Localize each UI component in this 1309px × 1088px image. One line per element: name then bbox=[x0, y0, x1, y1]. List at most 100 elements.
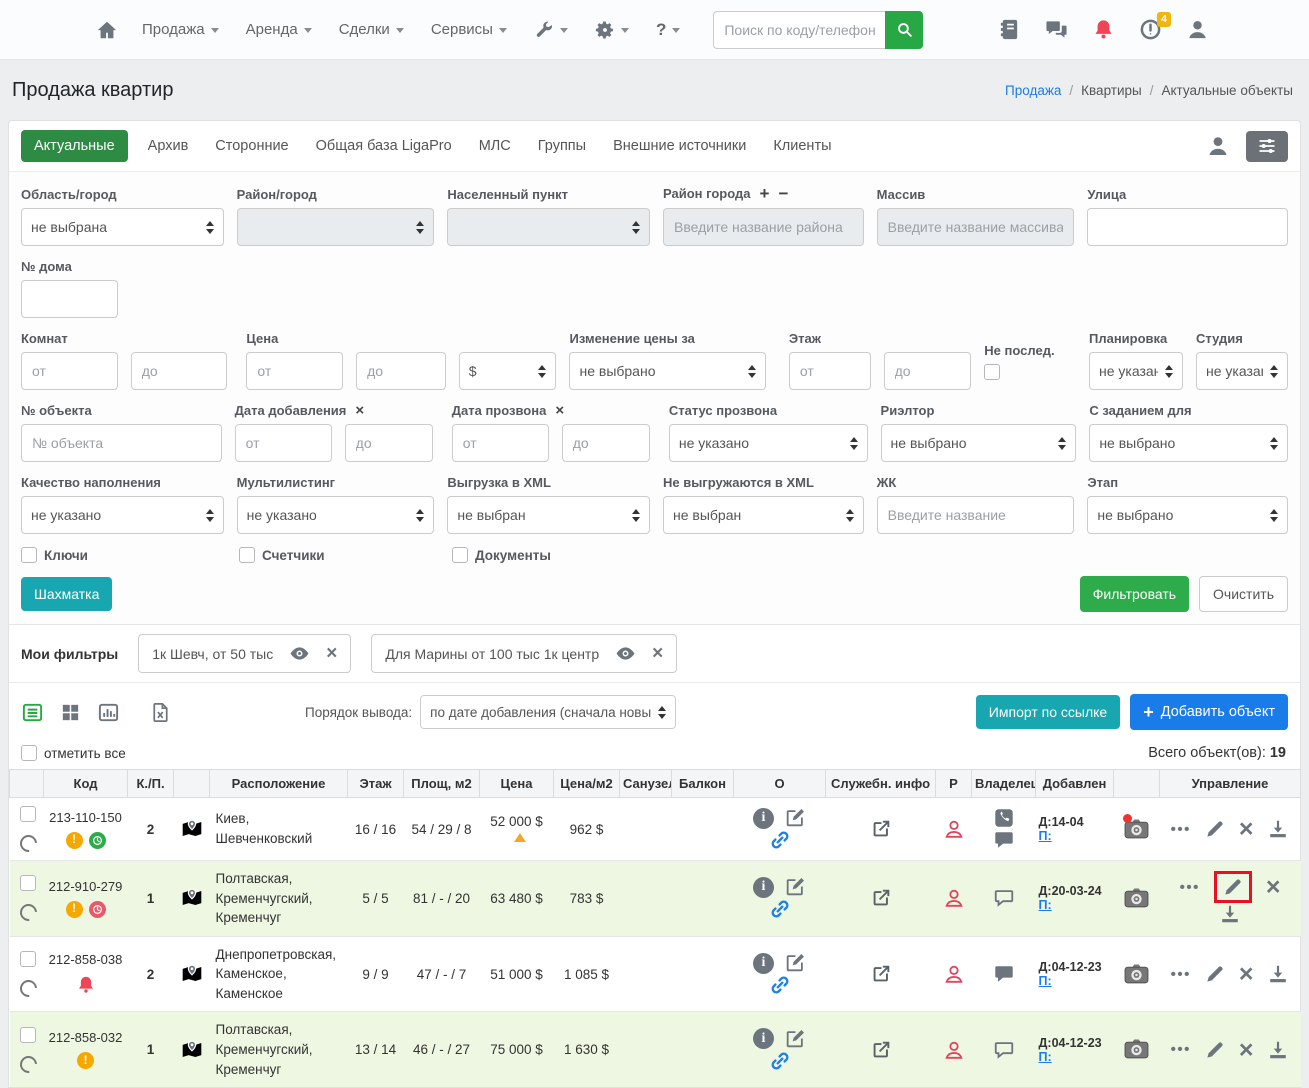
remove-filter-icon[interactable]: × bbox=[652, 644, 663, 663]
delete-icon[interactable]: × bbox=[1239, 817, 1254, 842]
rooms-to-input[interactable] bbox=[130, 352, 228, 390]
row-checkbox[interactable] bbox=[19, 875, 36, 892]
row-checkbox[interactable] bbox=[19, 1026, 36, 1043]
link-icon[interactable] bbox=[769, 898, 791, 920]
chart-view-icon[interactable] bbox=[97, 701, 120, 724]
remove-filter-icon[interactable]: × bbox=[326, 644, 337, 663]
link-icon[interactable] bbox=[769, 974, 791, 996]
layout-select[interactable]: не указана bbox=[1089, 352, 1183, 390]
add-object-button[interactable]: + Добавить объект bbox=[1130, 694, 1288, 730]
studio-select[interactable]: не указано bbox=[1196, 352, 1288, 390]
import-by-link-button[interactable]: Импорт по ссылке bbox=[975, 695, 1121, 729]
tab-ligapro-base[interactable]: Общая база LigaPro bbox=[316, 138, 452, 154]
help-menu[interactable]: ? bbox=[656, 20, 681, 40]
documents-checkbox-field[interactable]: Документы bbox=[452, 547, 657, 563]
price-change-select[interactable]: не выбрано bbox=[569, 352, 766, 390]
info-icon[interactable]: i bbox=[753, 1028, 774, 1050]
edit-pencil-icon[interactable] bbox=[1213, 871, 1252, 904]
meters-checkbox-field[interactable]: Счетчики bbox=[239, 547, 439, 563]
tab-clients[interactable]: Клиенты bbox=[773, 138, 831, 154]
settings-menu[interactable] bbox=[595, 20, 629, 40]
view-filter-icon[interactable] bbox=[615, 643, 636, 664]
nav-menu-rent[interactable]: Аренда bbox=[246, 21, 312, 38]
house-number-input[interactable] bbox=[21, 280, 118, 318]
contacts-book-icon[interactable] bbox=[998, 18, 1021, 41]
delete-icon[interactable]: × bbox=[1266, 875, 1281, 900]
info-icon[interactable]: i bbox=[753, 807, 774, 829]
remove-district-icon[interactable]: − bbox=[778, 185, 788, 202]
link-icon[interactable] bbox=[769, 1050, 791, 1072]
not-last-floor-checkbox[interactable] bbox=[984, 364, 1001, 380]
delete-icon[interactable]: × bbox=[1239, 962, 1254, 987]
select-all-field[interactable]: отметить все bbox=[21, 745, 126, 761]
tab-archive[interactable]: Архив bbox=[148, 138, 189, 154]
edit-note-icon[interactable] bbox=[784, 1028, 806, 1050]
row-checkbox[interactable] bbox=[19, 806, 36, 822]
select-all-checkbox[interactable] bbox=[21, 745, 37, 761]
chessboard-button[interactable]: Шахматка bbox=[21, 577, 113, 611]
stage-select[interactable]: не выбрано bbox=[1087, 496, 1288, 534]
saved-filter-chip[interactable]: Для Марины от 100 тыс 1к центр × bbox=[371, 634, 678, 673]
download-icon[interactable] bbox=[1267, 1039, 1289, 1061]
no-xml-export-select[interactable]: не выбран bbox=[662, 496, 864, 534]
camera-icon[interactable] bbox=[1123, 885, 1150, 912]
price-to-input[interactable] bbox=[356, 352, 446, 390]
more-actions-icon[interactable]: ••• bbox=[1171, 1041, 1191, 1058]
external-link-icon[interactable] bbox=[870, 887, 892, 909]
added-p-link[interactable]: П: bbox=[1039, 829, 1052, 843]
edit-note-icon[interactable] bbox=[784, 807, 806, 829]
edit-pencil-icon[interactable] bbox=[1205, 1040, 1225, 1060]
external-link-icon[interactable] bbox=[870, 818, 892, 840]
map-icon[interactable] bbox=[181, 1039, 203, 1061]
info-icon[interactable]: i bbox=[753, 952, 774, 974]
breadcrumb-link-sales[interactable]: Продажа bbox=[1005, 83, 1061, 98]
delete-icon[interactable]: × bbox=[1239, 1037, 1254, 1062]
currency-select[interactable]: $ bbox=[458, 352, 557, 390]
download-icon[interactable] bbox=[1267, 818, 1289, 840]
grid-view-icon[interactable] bbox=[59, 701, 82, 724]
tools-menu[interactable] bbox=[534, 20, 568, 40]
realtor-select[interactable]: не выбрано bbox=[880, 424, 1077, 462]
map-icon[interactable] bbox=[181, 887, 203, 909]
owner-person-icon[interactable] bbox=[943, 1039, 965, 1061]
street-input[interactable] bbox=[1087, 208, 1288, 246]
notifications-bell-icon[interactable] bbox=[1092, 18, 1115, 41]
camera-icon[interactable] bbox=[1123, 813, 1150, 843]
map-icon[interactable] bbox=[181, 818, 203, 840]
date-added-from-input[interactable] bbox=[234, 424, 332, 462]
floor-from-input[interactable] bbox=[788, 352, 871, 390]
view-filter-icon[interactable] bbox=[289, 643, 310, 664]
list-view-icon[interactable] bbox=[21, 701, 44, 724]
meters-checkbox[interactable] bbox=[239, 547, 255, 563]
add-district-icon[interactable]: + bbox=[760, 185, 770, 202]
link-icon[interactable] bbox=[769, 829, 791, 851]
messages-icon[interactable] bbox=[1045, 18, 1068, 41]
filter-settings-button[interactable] bbox=[1246, 130, 1288, 162]
download-icon[interactable] bbox=[1219, 903, 1241, 925]
owner-person-icon[interactable] bbox=[943, 818, 965, 840]
filter-button[interactable]: Фильтровать bbox=[1079, 576, 1190, 612]
home-icon[interactable] bbox=[96, 19, 118, 41]
tab-mls[interactable]: МЛС bbox=[479, 138, 511, 154]
quality-select[interactable]: не указано bbox=[21, 496, 224, 534]
call-date-from-input[interactable] bbox=[451, 424, 549, 462]
district-city-select[interactable] bbox=[236, 208, 435, 246]
nav-menu-sales[interactable]: Продажа bbox=[142, 21, 219, 38]
order-select[interactable]: по дате добавления (сначала новые) bbox=[420, 695, 677, 729]
tab-actual[interactable]: Актуальные bbox=[21, 130, 128, 162]
tab-groups[interactable]: Группы bbox=[538, 138, 586, 154]
more-actions-icon[interactable]: ••• bbox=[1171, 821, 1191, 838]
more-actions-icon[interactable]: ••• bbox=[1171, 966, 1191, 983]
call-date-to-input[interactable] bbox=[561, 424, 650, 462]
added-p-link[interactable]: П: bbox=[1039, 898, 1052, 912]
price-from-input[interactable] bbox=[246, 352, 344, 390]
search-input[interactable] bbox=[713, 10, 886, 49]
nav-menu-services[interactable]: Сервисы bbox=[431, 21, 507, 38]
added-p-link[interactable]: П: bbox=[1039, 974, 1052, 988]
profile-icon[interactable] bbox=[1186, 18, 1209, 41]
comment-bubble-icon[interactable] bbox=[993, 963, 1015, 985]
settlement-select[interactable] bbox=[447, 208, 650, 246]
tab-thirdparty[interactable]: Сторонние bbox=[215, 138, 288, 154]
edit-note-icon[interactable] bbox=[784, 952, 806, 974]
xml-export-select[interactable]: не выбран bbox=[447, 496, 650, 534]
